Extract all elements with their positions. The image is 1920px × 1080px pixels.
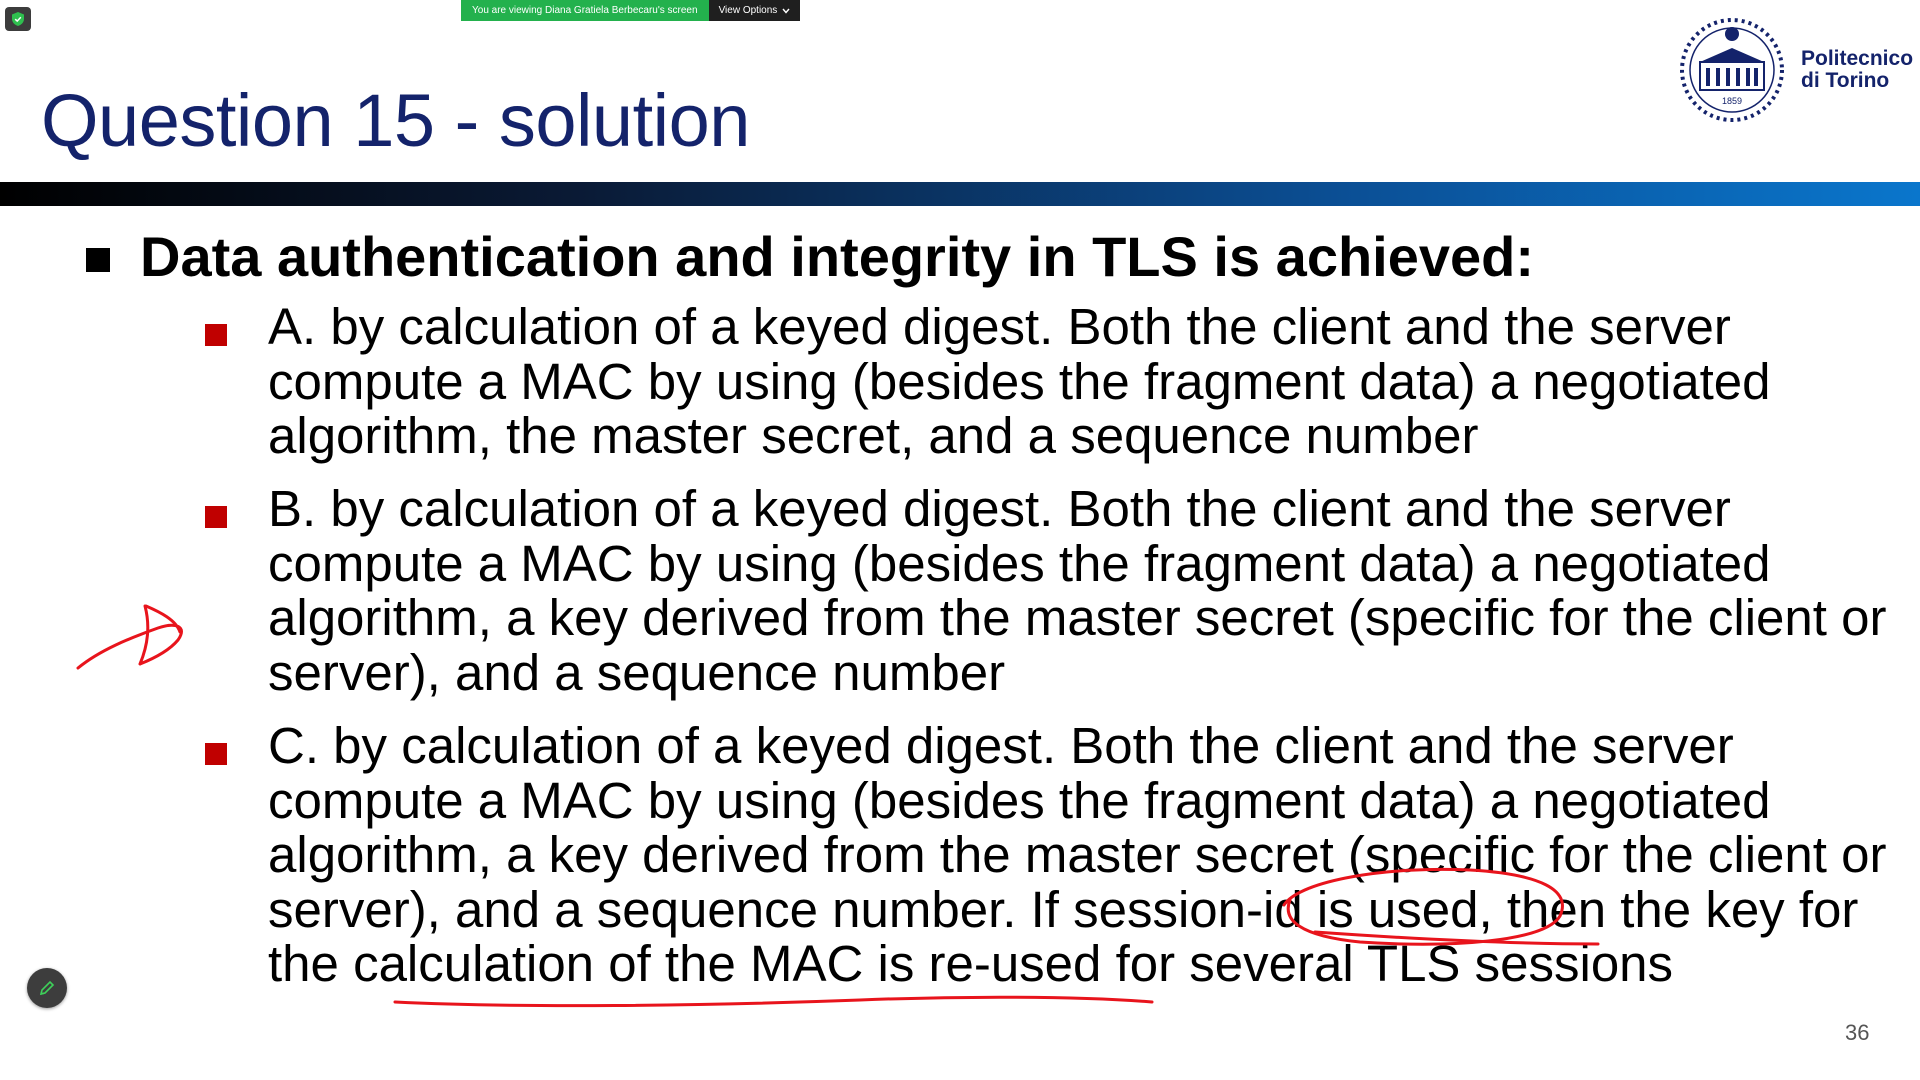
svg-text:1859: 1859 bbox=[1722, 96, 1742, 106]
slide-title: Question 15 - solution bbox=[41, 79, 750, 162]
question-text: Data authentication and integrity in TLS… bbox=[140, 225, 1535, 288]
pen-icon bbox=[39, 980, 55, 996]
logo-line-2: di Torino bbox=[1801, 69, 1890, 92]
option-b-text: B. by calculation of a keyed digest. Bot… bbox=[268, 480, 1887, 701]
page-number: 36 bbox=[1845, 1020, 1870, 1045]
bullet-square-icon bbox=[86, 247, 110, 272]
annotate-pen-button[interactable] bbox=[27, 968, 67, 1008]
option-c-bullet-icon bbox=[205, 743, 227, 765]
seal-emblem: 1859 bbox=[1680, 18, 1784, 122]
screen-share-banner: You are viewing Diana Gratiela Berbecaru… bbox=[461, 0, 801, 21]
view-options-button[interactable]: View Options bbox=[708, 0, 801, 21]
arrow-mark-option-b bbox=[76, 604, 183, 670]
logo-wordmark: Politecnico di Torino bbox=[1801, 48, 1913, 92]
share-status-text: You are viewing Diana Gratiela Berbecaru… bbox=[461, 0, 709, 21]
option-a-text: A. by calculation of a keyed digest. Bot… bbox=[268, 298, 1771, 464]
view-options-label: View Options bbox=[718, 5, 778, 16]
shield-icon[interactable] bbox=[5, 7, 31, 31]
option-c-text: C. by calculation of a keyed digest. Bot… bbox=[268, 717, 1887, 992]
header-divider-band bbox=[0, 182, 1920, 206]
option-a-bullet-icon bbox=[205, 324, 227, 346]
logo-line-1: Politecnico bbox=[1801, 47, 1914, 70]
question-bullet: Data authentication and integrity in TLS… bbox=[86, 224, 1534, 289]
option-b-bullet-icon bbox=[205, 506, 227, 528]
chevron-down-icon bbox=[782, 8, 790, 14]
underline-mac-key bbox=[393, 995, 1154, 1008]
